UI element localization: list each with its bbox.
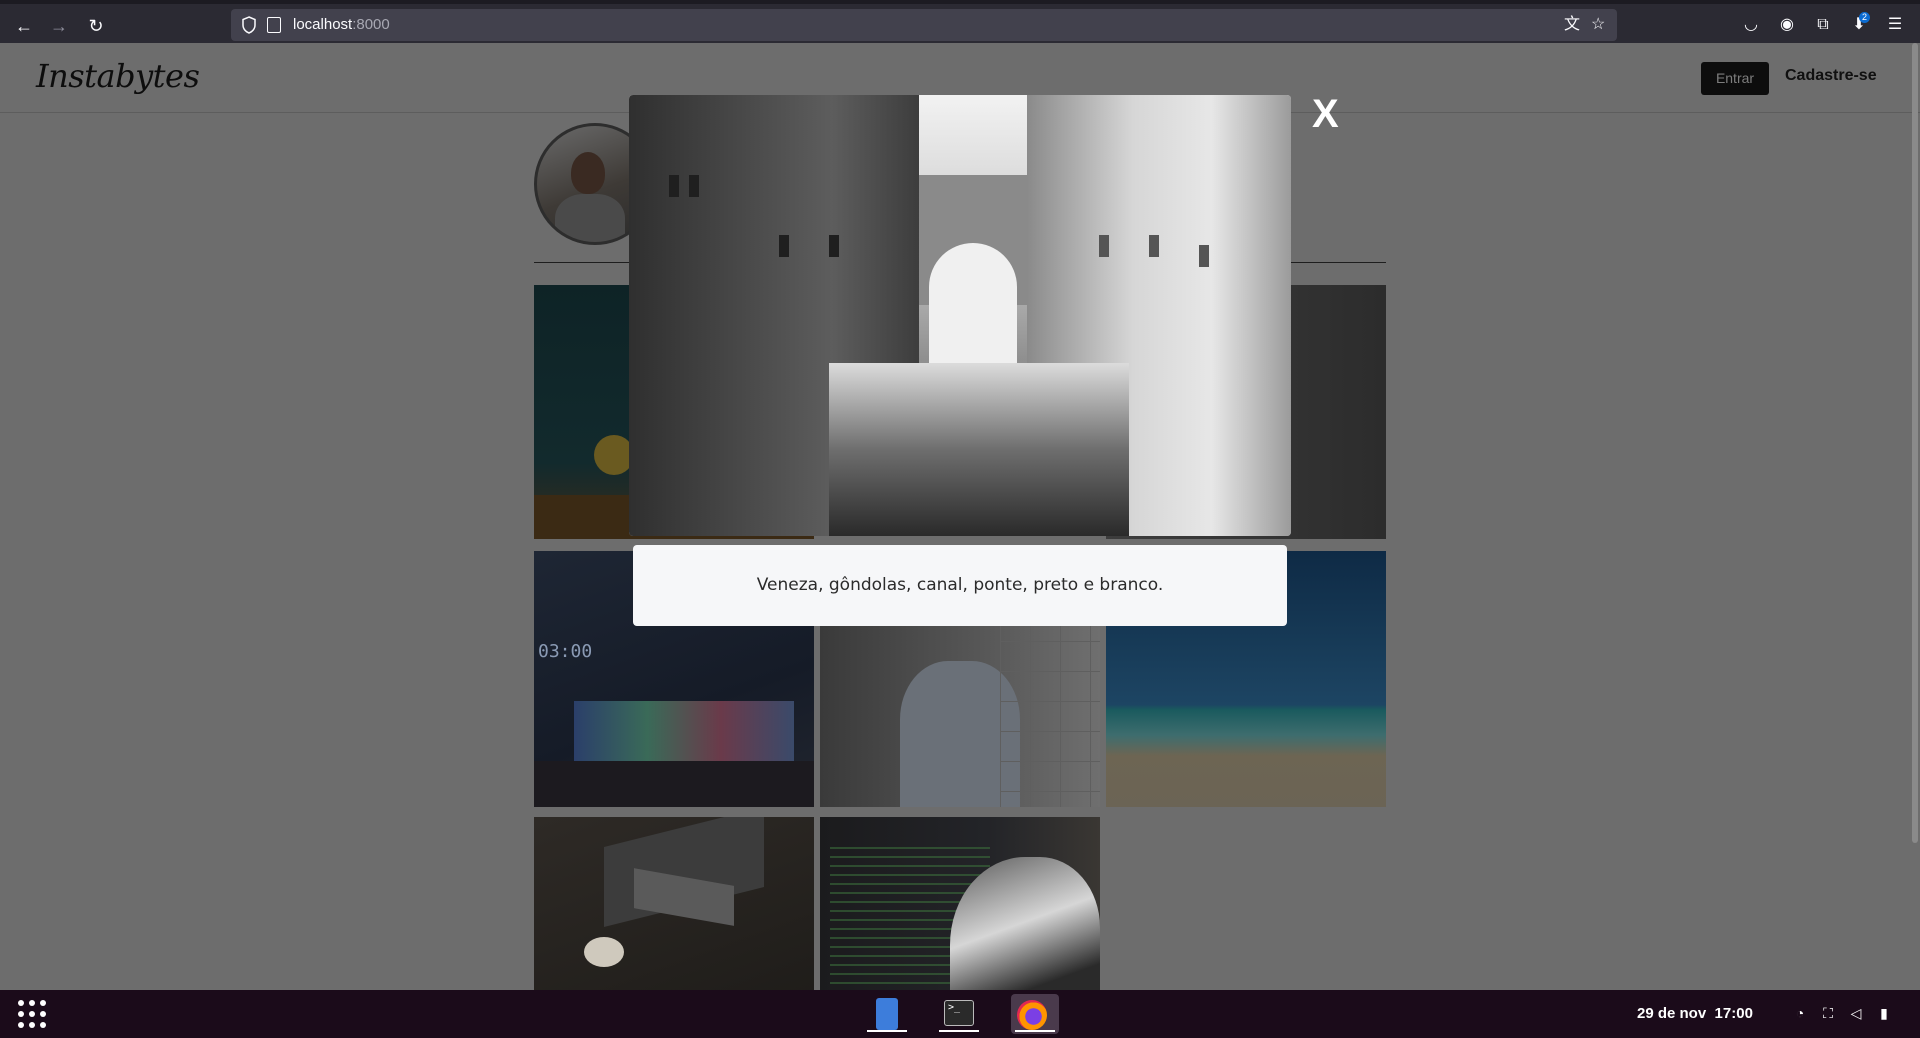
reload-button[interactable]: ↻	[84, 14, 108, 38]
url-host: localhost	[293, 16, 353, 33]
volume-icon[interactable]: ◁	[1847, 1004, 1865, 1022]
clock-time: 17:00	[1714, 1005, 1753, 1022]
app-grid-icon[interactable]	[18, 1000, 46, 1028]
modal-photo	[629, 95, 1291, 536]
url-text[interactable]: localhost:8000	[293, 16, 390, 33]
translate-icon[interactable]: 文	[1564, 15, 1580, 35]
page-scrollbar[interactable]	[1912, 43, 1918, 843]
pocket-icon[interactable]: ◡	[1740, 14, 1762, 36]
close-modal-button[interactable]: X	[1312, 94, 1339, 134]
login-button[interactable]: Entrar	[1701, 62, 1769, 95]
signup-link[interactable]: Cadastre-se	[1785, 67, 1877, 85]
photo-caption: Veneza, gôndolas, canal, ponte, preto e …	[633, 545, 1287, 626]
address-bar[interactable]: localhost:8000 文 ☆	[231, 9, 1617, 41]
files-app-button[interactable]	[867, 994, 907, 1034]
page-info-icon[interactable]	[267, 17, 281, 33]
taskbar-clock[interactable]: 29 de nov 17:00	[1637, 1005, 1753, 1022]
url-port: :8000	[352, 16, 390, 33]
post-thumbnail[interactable]	[820, 817, 1100, 990]
terminal-app-button[interactable]: >_	[939, 994, 979, 1034]
os-taskbar: >_ 29 de nov 17:00 ◔ ⛶ ◁ ▮	[0, 990, 1920, 1038]
extensions-icon[interactable]: ⧉	[1812, 14, 1834, 36]
network-icon[interactable]: ⛶	[1819, 1004, 1837, 1022]
post-thumbnail[interactable]	[534, 817, 814, 990]
tracking-shield-icon[interactable]	[241, 16, 257, 34]
account-icon[interactable]: ◉	[1776, 14, 1798, 36]
bookmark-star-icon[interactable]: ☆	[1591, 15, 1605, 35]
firefox-app-button[interactable]	[1011, 994, 1059, 1034]
files-icon	[876, 998, 898, 1030]
extension-badge: 2	[1859, 12, 1871, 23]
browser-toolbar: ← → ↻ localhost:8000 文 ☆ ◡ ◉ ⧉ ⬇ 2 ☰	[0, 0, 1920, 43]
battery-icon[interactable]: ▮	[1875, 1004, 1893, 1022]
notification-bell-icon[interactable]: ◔	[1791, 1004, 1809, 1022]
clock-date: 29 de nov	[1637, 1005, 1707, 1022]
site-logo[interactable]: Instabytes	[36, 57, 200, 95]
terminal-icon: >_	[944, 1000, 974, 1026]
forward-button[interactable]: →	[47, 14, 71, 38]
menu-icon[interactable]: ☰	[1884, 14, 1906, 36]
back-button[interactable]: ←	[12, 14, 36, 38]
firefox-icon	[1017, 1000, 1047, 1030]
